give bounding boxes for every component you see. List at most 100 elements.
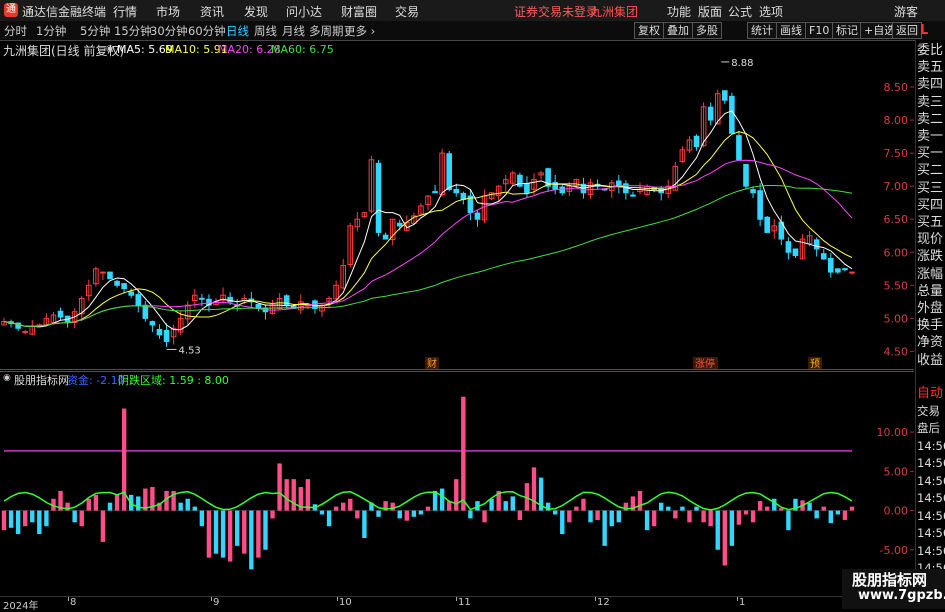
indicator-bar: [595, 510, 600, 520]
candle-body: [792, 248, 799, 257]
period-more[interactable]: 更多 ›: [344, 23, 375, 39]
indicator-bar: [765, 506, 770, 511]
date-label: 8: [70, 597, 77, 608]
indicator-bar: [72, 510, 77, 523]
login-warning[interactable]: 证券交易未登录: [514, 3, 598, 20]
panel-level-indicator[interactable]: L: [920, 23, 928, 38]
panel-tab-label: 交易: [917, 403, 940, 418]
indicator-bar: [425, 506, 431, 511]
period-15min[interactable]: 15分钟: [114, 23, 152, 39]
quote-field-label: 现价: [917, 232, 944, 248]
candle-body: [446, 153, 452, 190]
candle-body: [764, 216, 771, 233]
indicator-bar: [114, 494, 120, 511]
menu-zixun[interactable]: 资讯: [200, 3, 224, 20]
menu-hangqing[interactable]: 行情: [113, 3, 137, 20]
indicator-bar: [270, 510, 275, 519]
event-marker: 财: [427, 357, 437, 370]
indicator-bar: [397, 510, 402, 519]
menu-banmian[interactable]: 版面: [698, 3, 722, 20]
indicator-bar: [743, 510, 749, 515]
indicator-bar: [79, 510, 84, 527]
period-daily[interactable]: 日线: [226, 23, 249, 39]
candle-body: [835, 268, 841, 273]
overlay-button[interactable]: 叠加: [663, 22, 693, 39]
ma-toggle-icon[interactable]: ◉: [106, 44, 114, 54]
menu-faxian[interactable]: 发现: [244, 3, 268, 20]
kline-chart[interactable]: 8.50 8.00 7.50 7.00 6.50 6.00 5.50 5.00 4.50 8.88…: [0, 40, 914, 370]
indicator-toggle-icon[interactable]: ◉: [3, 373, 11, 383]
indicator-tick-label: -5.00: [880, 544, 908, 557]
candle-body: [142, 304, 149, 319]
indicator-bar: [729, 510, 735, 546]
quote-field-label: 总量: [917, 283, 944, 299]
indicator-bar: [235, 510, 240, 546]
candle-body: [114, 280, 120, 286]
indicator-bar: [666, 506, 671, 511]
menu-shichang[interactable]: 市场: [156, 3, 180, 20]
indicator-bar: [213, 510, 219, 554]
indicator-legend-fund: 资金: -2.10: [67, 374, 125, 387]
watermark-line2: www.7gpzb.com: [858, 588, 945, 603]
menu-jiaoyi[interactable]: 交易: [395, 3, 419, 20]
guest-login[interactable]: 游客: [894, 3, 918, 20]
indicator-bar: [772, 498, 777, 511]
indicator-bar: [602, 510, 607, 546]
price-tick-label: 8.00: [884, 114, 909, 127]
menu-gongneng[interactable]: 功能: [667, 3, 691, 20]
quote-field-label: 卖四: [917, 77, 944, 93]
candle-body: [693, 135, 700, 148]
period-multi[interactable]: 多周期: [309, 23, 344, 39]
period-toolbar: 分时 1分钟 5分钟 15分钟 30分钟 60分钟 日线 周线 月线 多周期 更…: [0, 21, 945, 41]
indicator-bar: [37, 510, 42, 535]
date-tick: [337, 597, 338, 601]
menu-xuanxiang[interactable]: 选项: [759, 3, 783, 20]
menu-wenxiaoda[interactable]: 问小达: [286, 3, 322, 20]
candle-body: [722, 90, 728, 101]
menu-caifuquan[interactable]: 财富圈: [341, 3, 377, 20]
draw-line-button[interactable]: 画线: [776, 22, 806, 39]
indicator-bar: [644, 510, 650, 531]
fuquan-button[interactable]: 复权: [634, 22, 664, 39]
indicator-chart[interactable]: 10.00 5.00 0.00 -5.00 ◉ 股朋指标网 资金: -2.10 阴跌区…: [0, 371, 914, 595]
candle-body: [22, 331, 28, 334]
indicator-bar: [821, 506, 826, 511]
indicator-bar: [256, 510, 261, 558]
indicator-bar: [814, 510, 819, 519]
period-monthly[interactable]: 月线: [282, 23, 305, 39]
indicator-tick-label: 5.00: [884, 465, 909, 478]
indicator-bar: [178, 502, 183, 511]
panel-tab-label[interactable]: 自动: [917, 385, 943, 402]
quote-field-label: 换手: [917, 318, 944, 334]
price-tick-label: 7.50: [884, 147, 909, 160]
indicator-bar: [842, 510, 848, 520]
back-button[interactable]: 返回: [892, 22, 922, 39]
mark-button[interactable]: 标记: [832, 22, 862, 39]
candle-body: [163, 330, 170, 342]
indicator-bar: [227, 510, 233, 562]
price-tick-label: 6.00: [884, 246, 909, 259]
menu-gongshi[interactable]: 公式: [728, 3, 752, 20]
period-fenshi[interactable]: 分时: [4, 23, 27, 39]
indicator-bar: [553, 510, 558, 515]
period-5min[interactable]: 5分钟: [80, 23, 110, 39]
indicator-bar: [341, 502, 346, 511]
candle-body: [757, 190, 763, 220]
candle-body: [707, 106, 714, 121]
candle-body: [524, 183, 530, 194]
trade-time: 14:56: [917, 543, 945, 558]
period-weekly[interactable]: 周线: [254, 23, 277, 39]
ma60-label: MA60: 6.75: [271, 43, 334, 56]
period-60min[interactable]: 60分钟: [188, 23, 226, 39]
indicator-svg[interactable]: 10.00 5.00 0.00 -5.00: [0, 371, 914, 595]
indicator-bar: [722, 510, 727, 566]
period-30min[interactable]: 30分钟: [150, 23, 188, 39]
indicator-bar: [715, 510, 720, 550]
f10-button[interactable]: F10: [805, 22, 834, 39]
stats-button[interactable]: 统计: [747, 22, 777, 39]
multi-stock-button[interactable]: 多股: [692, 22, 722, 39]
kline-svg[interactable]: 8.50 8.00 7.50 7.00 6.50 6.00 5.50 5.00 4.50 8.88…: [0, 40, 914, 370]
period-1min[interactable]: 1分钟: [36, 23, 66, 39]
price-tick-label: 5.50: [884, 279, 909, 292]
indicator-bar: [673, 510, 678, 519]
